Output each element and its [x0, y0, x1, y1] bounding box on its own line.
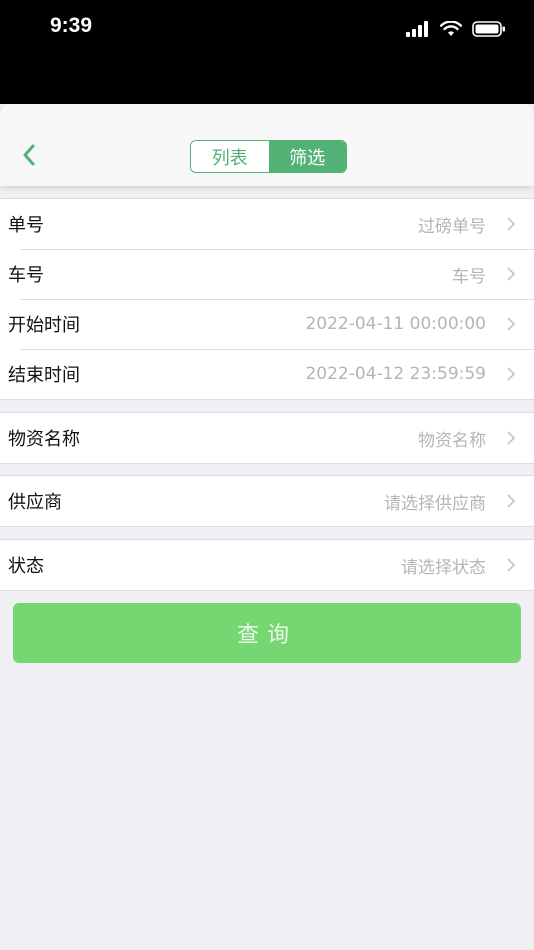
- row-material-name[interactable]: 物资名称 物资名称: [0, 413, 534, 463]
- back-button[interactable]: [14, 140, 44, 170]
- row-status[interactable]: 状态 请选择状态: [0, 540, 534, 590]
- row-order-number[interactable]: 单号 过磅单号: [0, 199, 534, 249]
- row-label: 结束时间: [8, 365, 80, 386]
- nav-bar: 列表 筛选: [0, 104, 534, 186]
- battery-icon: [472, 21, 505, 37]
- row-start-time[interactable]: 开始时间 2022-04-11 00:00:00: [0, 299, 534, 349]
- chevron-left-icon: [23, 144, 35, 166]
- filter-group-material: 物资名称 物资名称: [0, 412, 534, 464]
- row-placeholder: 请选择状态: [401, 557, 486, 578]
- query-button[interactable]: 查询: [13, 603, 521, 663]
- chevron-right-icon: [507, 494, 516, 508]
- row-placeholder: 物资名称: [418, 430, 486, 451]
- tab-filter[interactable]: 筛选: [268, 141, 346, 172]
- filter-group-basic: 单号 过磅单号 车号 车号 开始时间 2022-04-11 00:00:00 结…: [0, 198, 534, 400]
- row-label: 单号: [8, 215, 44, 236]
- cellular-signal-icon: [406, 21, 428, 37]
- row-placeholder: 车号: [452, 266, 486, 287]
- chevron-right-icon: [507, 267, 516, 281]
- row-value: 2022-04-11 00:00:00: [305, 314, 486, 334]
- filter-group-supplier: 供应商 请选择供应商: [0, 475, 534, 527]
- tab-list[interactable]: 列表: [191, 141, 269, 172]
- row-label: 物资名称: [8, 429, 80, 450]
- chevron-right-icon: [507, 217, 516, 231]
- row-placeholder: 请选择供应商: [384, 493, 486, 514]
- row-placeholder: 过磅单号: [418, 216, 486, 237]
- row-label: 状态: [8, 556, 44, 577]
- row-label: 开始时间: [8, 315, 80, 336]
- chevron-right-icon: [507, 317, 516, 331]
- view-segment-control: 列表 筛选: [190, 140, 347, 173]
- row-supplier[interactable]: 供应商 请选择供应商: [0, 476, 534, 526]
- filter-group-status: 状态 请选择状态: [0, 539, 534, 591]
- status-time: 9:39: [50, 14, 93, 37]
- row-vehicle-number[interactable]: 车号 车号: [0, 249, 534, 299]
- row-label: 车号: [8, 265, 44, 286]
- status-icons: [406, 18, 506, 40]
- chevron-right-icon: [507, 367, 516, 381]
- row-value: 2022-04-12 23:59:59: [305, 364, 486, 384]
- status-bar: 9:39: [0, 0, 534, 104]
- chevron-right-icon: [507, 431, 516, 445]
- row-label: 供应商: [8, 492, 62, 513]
- row-end-time[interactable]: 结束时间 2022-04-12 23:59:59: [0, 349, 534, 399]
- chevron-right-icon: [507, 558, 516, 572]
- wifi-icon: [440, 21, 462, 36]
